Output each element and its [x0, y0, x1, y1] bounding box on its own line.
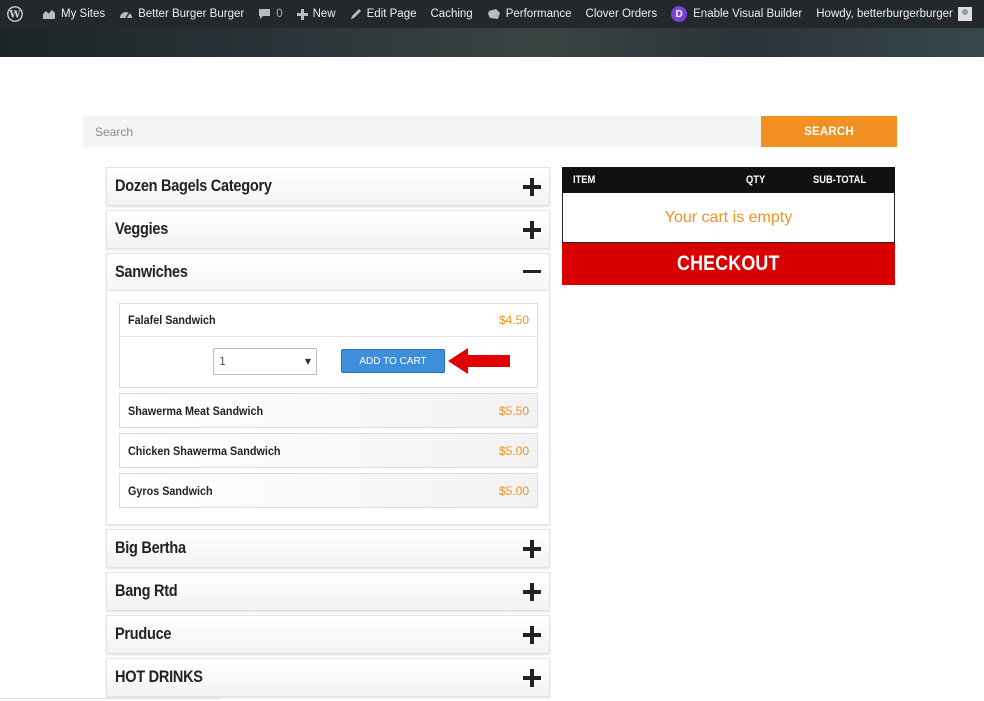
- category-dozen-bagels[interactable]: Dozen Bagels Category: [106, 167, 550, 206]
- plus-icon[interactable]: [523, 539, 541, 558]
- performance-icon: [487, 9, 500, 19]
- category-title: Dozen Bagels Category: [115, 177, 272, 195]
- product-name: Chicken Shawerma Sandwich: [128, 443, 281, 458]
- account-menu[interactable]: Howdy, betterburgerburger: [809, 0, 979, 28]
- category-header[interactable]: HOT DRINKS: [107, 659, 549, 696]
- category-header[interactable]: Pruduce: [107, 616, 549, 653]
- pencil-icon: [350, 9, 361, 19]
- new-content-menu[interactable]: New: [290, 0, 343, 28]
- quantity-value: 1: [219, 355, 226, 368]
- category-header[interactable]: Veggies: [107, 211, 549, 248]
- edit-page-label: Edit Page: [366, 8, 417, 20]
- category-veggies[interactable]: Veggies: [106, 210, 550, 249]
- my-sites-icon: [43, 10, 55, 19]
- product-row[interactable]: Falafel Sandwich $4.50: [120, 304, 537, 337]
- checkout-label: CHECKOUT: [677, 252, 780, 275]
- cart-panel: ITEM QTY SUB-TOTAL Your cart is empty CH…: [562, 167, 895, 285]
- category-title: Veggies: [115, 220, 169, 238]
- category-title: HOT DRINKS: [115, 668, 203, 686]
- minus-icon[interactable]: [523, 263, 541, 281]
- caching-menu[interactable]: Caching: [424, 0, 480, 28]
- category-title: Big Bertha: [115, 539, 186, 557]
- category-header[interactable]: Big Bertha: [107, 530, 549, 567]
- plus-icon[interactable]: [523, 582, 541, 601]
- header-banner: [0, 28, 984, 57]
- my-sites-label: My Sites: [61, 8, 106, 20]
- chevron-down-icon: ▼: [304, 357, 311, 366]
- performance-menu[interactable]: Performance: [480, 0, 579, 28]
- product-price: $5.50: [498, 403, 529, 418]
- category-title: Pruduce: [115, 625, 172, 643]
- visual-builder-label: Enable Visual Builder: [693, 8, 803, 20]
- category-header[interactable]: Sanwiches: [107, 254, 549, 291]
- visual-builder-link[interactable]: D Enable Visual Builder: [664, 0, 809, 28]
- plus-icon[interactable]: [523, 668, 541, 687]
- avatar: [957, 7, 972, 21]
- edit-page-link[interactable]: Edit Page: [343, 0, 424, 28]
- site-name-label: Better Burger Burger: [138, 8, 245, 20]
- dashboard-icon: [120, 12, 133, 19]
- category-bang-rtd[interactable]: Bang Rtd: [106, 572, 550, 611]
- cart-empty-message: Your cart is empty: [562, 193, 895, 243]
- category-header[interactable]: Dozen Bagels Category: [107, 168, 549, 205]
- product-item-falafel: Falafel Sandwich $4.50 1 ▼ ADD TO CART: [119, 303, 538, 388]
- comments-menu[interactable]: 0: [251, 0, 289, 28]
- add-to-cart-row: 1 ▼ ADD TO CART: [120, 337, 537, 387]
- comments-count: 0: [276, 8, 283, 20]
- product-price: $4.50: [498, 313, 529, 327]
- product-item-gyros[interactable]: Gyros Sandwich $5.00: [119, 473, 538, 508]
- cart-col-item: ITEM: [573, 174, 596, 186]
- plus-icon[interactable]: [523, 625, 541, 644]
- add-to-cart-button[interactable]: ADD TO CART: [341, 349, 445, 373]
- category-sanwiches: Sanwiches Falafel Sandwich $4.50 1 ▼ ADD…: [106, 253, 550, 525]
- quantity-select[interactable]: 1 ▼: [213, 348, 317, 375]
- category-hot-drinks[interactable]: HOT DRINKS: [106, 658, 550, 697]
- product-row[interactable]: Shawerma Meat Sandwich $5.50: [120, 394, 537, 427]
- search-input[interactable]: [83, 116, 761, 147]
- divider: [0, 698, 220, 699]
- wordpress-logo-icon[interactable]: W: [0, 0, 35, 28]
- product-price: $5.00: [498, 443, 529, 458]
- product-name: Falafel Sandwich: [128, 313, 216, 327]
- cart-col-qty: QTY: [746, 174, 766, 186]
- category-big-bertha[interactable]: Big Bertha: [106, 529, 550, 568]
- cart-header: ITEM QTY SUB-TOTAL: [562, 167, 895, 193]
- cart-col-subtotal: SUB-TOTAL: [813, 174, 867, 186]
- new-label: New: [312, 8, 336, 20]
- plus-icon[interactable]: [523, 220, 541, 239]
- clover-orders-label: Clover Orders: [585, 8, 658, 20]
- admin-search-toggle[interactable]: [979, 0, 984, 28]
- product-item-chicken-shawerma[interactable]: Chicken Shawerma Sandwich $5.00: [119, 433, 538, 468]
- category-pruduce[interactable]: Pruduce: [106, 615, 550, 654]
- performance-label: Performance: [505, 8, 572, 20]
- red-arrow-icon: [448, 348, 510, 374]
- plus-icon: [296, 8, 308, 20]
- category-title: Sanwiches: [115, 262, 188, 281]
- product-item-shawerma-meat[interactable]: Shawerma Meat Sandwich $5.50: [119, 393, 538, 428]
- divi-logo-icon: D: [671, 6, 688, 22]
- product-search-bar: SEARCH: [83, 116, 897, 147]
- product-price: $5.00: [498, 483, 529, 498]
- product-row[interactable]: Gyros Sandwich $5.00: [120, 474, 537, 507]
- category-title: Bang Rtd: [115, 582, 178, 600]
- comment-icon: [259, 9, 271, 19]
- product-name: Gyros Sandwich: [128, 483, 213, 498]
- search-button[interactable]: SEARCH: [761, 116, 897, 147]
- clover-orders-link[interactable]: Clover Orders: [579, 0, 665, 28]
- product-row[interactable]: Chicken Shawerma Sandwich $5.00: [120, 434, 537, 467]
- howdy-label: Howdy, betterburgerburger: [816, 8, 953, 20]
- admin-bar: W My Sites Better Burger Burger 0 New Ed…: [0, 0, 984, 28]
- category-header[interactable]: Bang Rtd: [107, 573, 549, 610]
- product-name: Shawerma Meat Sandwich: [128, 403, 264, 418]
- caching-label: Caching: [430, 8, 473, 20]
- plus-icon[interactable]: [523, 177, 541, 196]
- my-sites-menu[interactable]: My Sites: [35, 0, 112, 28]
- svg-text:W: W: [8, 10, 21, 21]
- checkout-button[interactable]: CHECKOUT: [562, 243, 895, 285]
- site-name-menu[interactable]: Better Burger Burger: [112, 0, 251, 28]
